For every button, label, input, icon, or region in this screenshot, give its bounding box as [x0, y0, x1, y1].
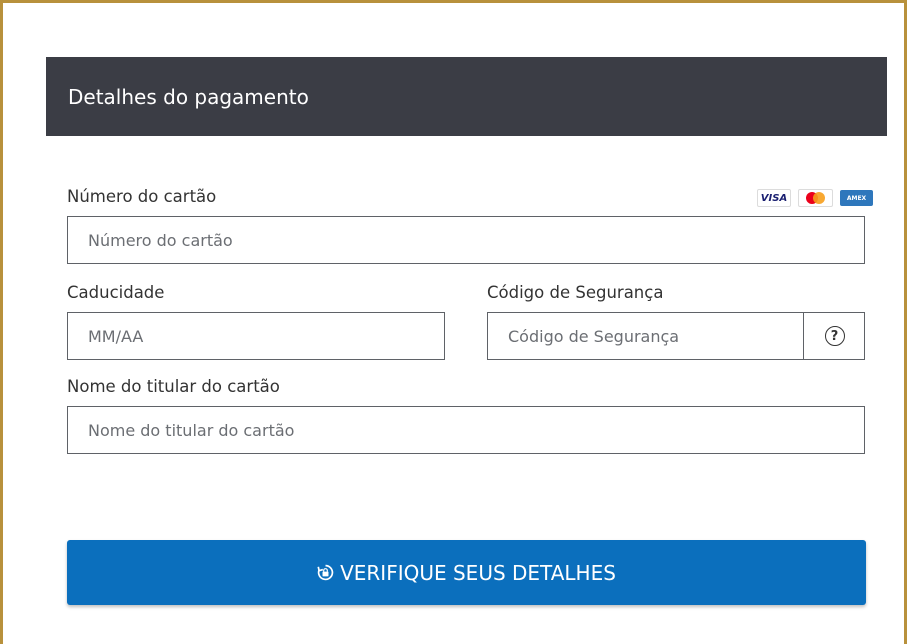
visa-icon: VISA	[757, 189, 791, 207]
amex-icon: AMEX	[840, 190, 873, 206]
mastercard-icon	[798, 189, 833, 207]
question-icon: ?	[824, 326, 845, 346]
cardholder-name-input[interactable]	[67, 406, 865, 454]
security-code-label: Código de Segurança	[487, 283, 664, 302]
verify-details-label: VERIFIQUE SEUS DETALHES	[340, 560, 616, 585]
lock-refresh-icon	[317, 564, 334, 581]
page-title: Detalhes do pagamento	[68, 84, 309, 109]
accepted-cards: VISA AMEX	[757, 189, 873, 207]
payment-frame: Detalhes do pagamento Número do cartão V…	[0, 0, 907, 644]
expiry-label: Caducidade	[67, 283, 165, 302]
verify-details-button[interactable]: VERIFIQUE SEUS DETALHES	[67, 540, 866, 605]
payment-header: Detalhes do pagamento	[46, 57, 887, 136]
card-number-label: Número do cartão	[67, 187, 217, 206]
card-number-input[interactable]	[67, 216, 865, 264]
security-code-help-button[interactable]: ?	[803, 313, 865, 359]
cardholder-name-label: Nome do titular do cartão	[67, 377, 280, 396]
expiry-input[interactable]	[67, 312, 445, 360]
